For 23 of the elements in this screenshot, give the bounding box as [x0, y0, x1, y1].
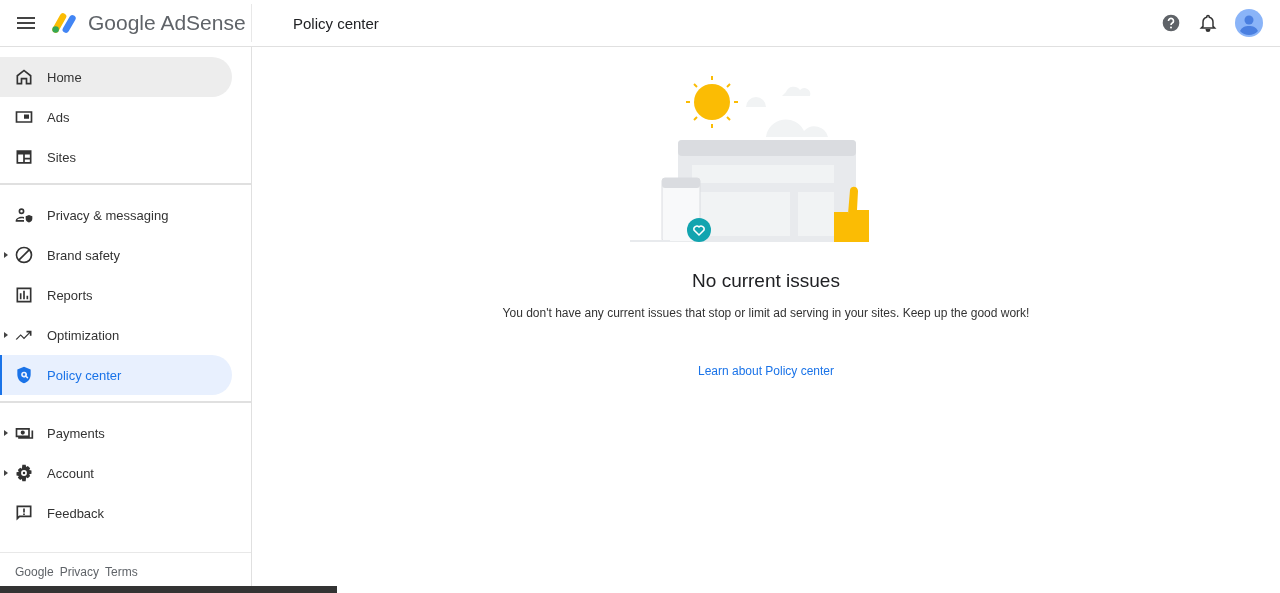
block-icon: [14, 245, 34, 265]
person-shield-icon: [14, 205, 34, 225]
learn-more-link[interactable]: Learn about Policy center: [697, 364, 835, 378]
bar-chart-icon: [14, 285, 34, 305]
sidebar-item[interactable]: Policy center: [0, 355, 232, 395]
layout-icon: [14, 147, 34, 167]
expand-arrow-icon[interactable]: [4, 332, 8, 338]
sidebar-item[interactable]: Home: [0, 57, 232, 97]
status-message: You don't have any current issues that stop or limit ad serving in your sites. Keep up the good work!: [502, 306, 1030, 320]
expand-arrow-icon[interactable]: [4, 470, 8, 476]
home-icon: [14, 67, 34, 87]
status-heading: No current issues: [692, 270, 840, 292]
logo-icon: [50, 11, 78, 35]
notifications-icon[interactable]: [1198, 13, 1218, 33]
avatar-icon[interactable]: [1235, 9, 1263, 37]
expand-arrow-icon[interactable]: [4, 430, 8, 436]
help-icon[interactable]: [1161, 13, 1181, 33]
gear-icon: [14, 463, 34, 483]
feedback-icon: [14, 503, 34, 523]
product-name: Google AdSense: [88, 11, 246, 35]
page-title: Policy center: [293, 14, 379, 32]
expand-arrow-icon[interactable]: [4, 252, 8, 258]
shield-icon: [14, 365, 34, 385]
